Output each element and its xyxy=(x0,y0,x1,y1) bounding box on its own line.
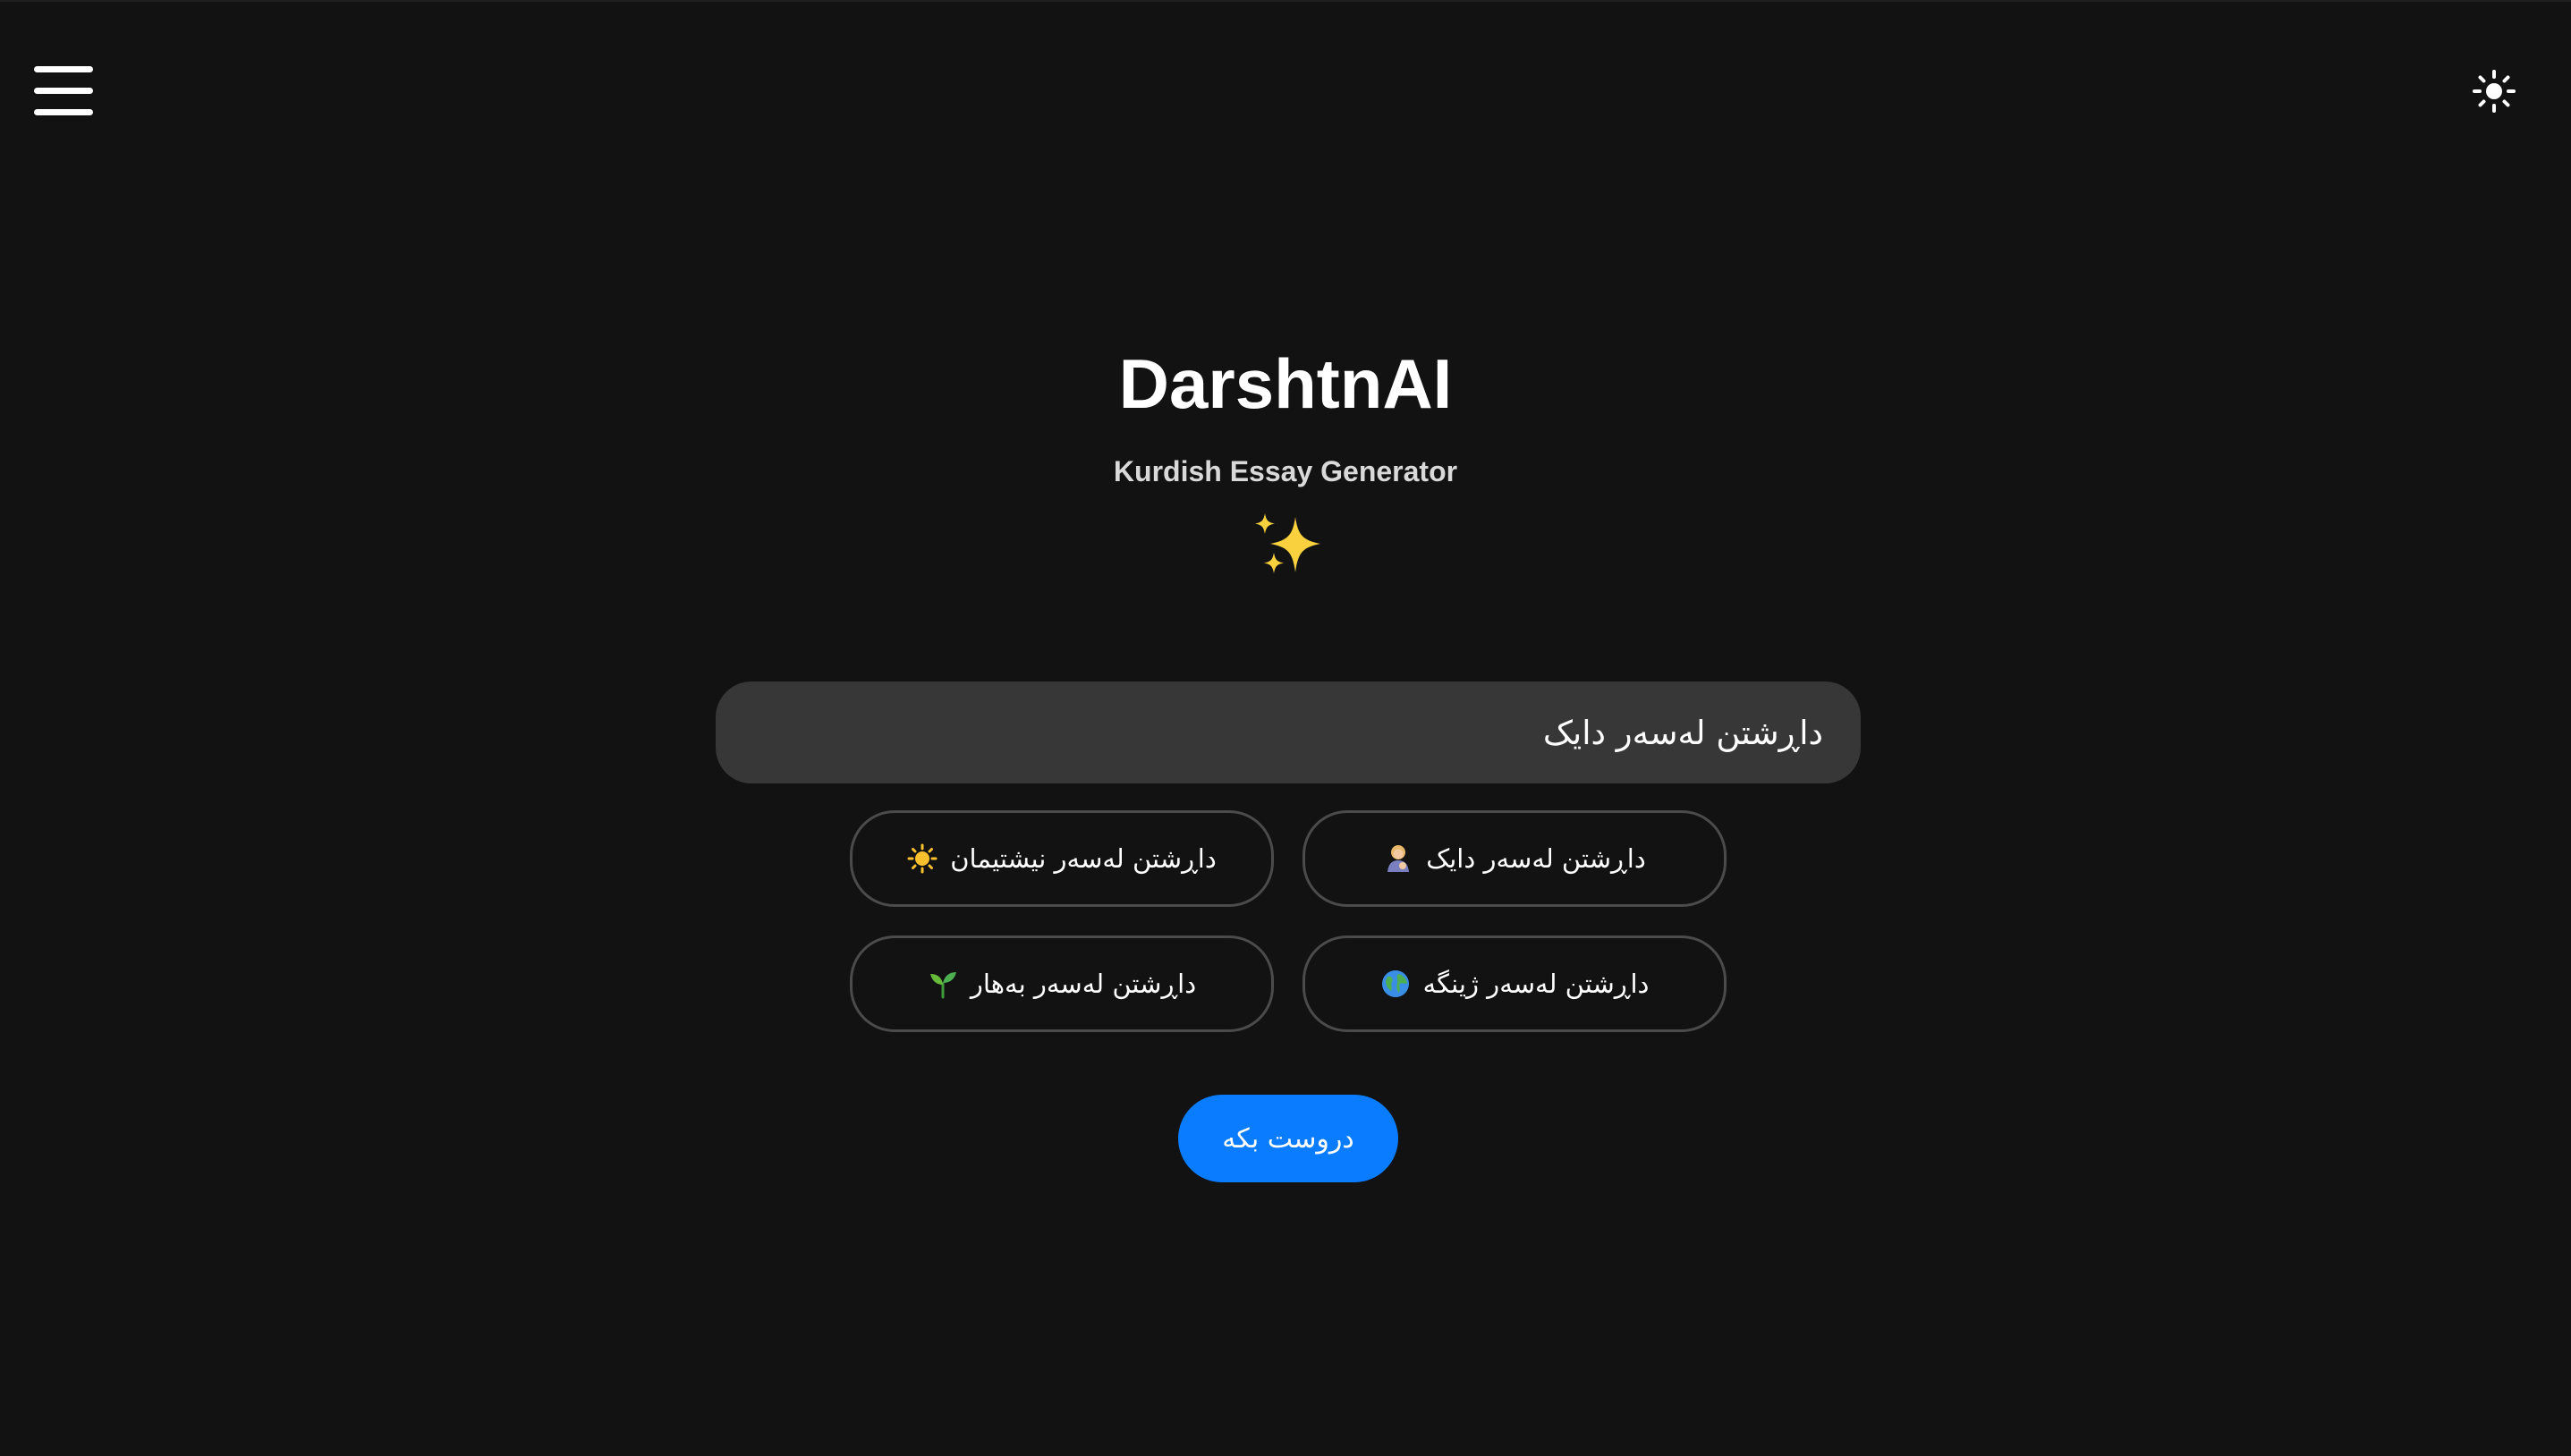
suggestion-chip-spring[interactable]: داڕشتن لەسەر بەهار xyxy=(850,935,1274,1032)
hamburger-menu-icon[interactable] xyxy=(34,66,95,118)
globe-emoji-icon xyxy=(1380,969,1411,999)
suggestion-chip-mother[interactable]: داڕشتن لەسەر دایک xyxy=(1302,810,1727,907)
sun-icon[interactable] xyxy=(2473,70,2516,113)
sparkles-icon xyxy=(1249,510,1329,583)
menu-bar-bottom xyxy=(34,109,93,115)
suggestion-label: داڕشتن لەسەر بەهار xyxy=(970,969,1197,999)
app-subtitle: Kurdish Essay Generator xyxy=(1113,455,1458,487)
sun-emoji-icon xyxy=(907,843,938,874)
menu-bar-top xyxy=(34,66,93,72)
suggestion-chip-homeland[interactable]: داڕشتن لەسەر نیشتیمان xyxy=(850,810,1274,907)
app-page: DarshtnAI Kurdish Essay Generator داڕشتن… xyxy=(0,0,2571,1456)
suggestion-chip-environment[interactable]: داڕشتن لەسەر ژینگە xyxy=(1302,935,1727,1032)
menu-bar-middle xyxy=(34,88,93,94)
seedling-emoji-icon xyxy=(928,969,958,999)
mother-emoji-icon xyxy=(1383,843,1413,874)
generate-button[interactable]: دروست بکە xyxy=(1178,1095,1398,1182)
suggestion-label: داڕشتن لەسەر ژینگە xyxy=(1422,969,1650,999)
suggestion-label: داڕشتن لەسەر نیشتیمان xyxy=(950,843,1217,874)
topic-input[interactable] xyxy=(716,681,1861,783)
app-title: DarshtnAI xyxy=(1118,344,1453,423)
suggestion-label: داڕشتن لەسەر دایک xyxy=(1426,843,1646,874)
